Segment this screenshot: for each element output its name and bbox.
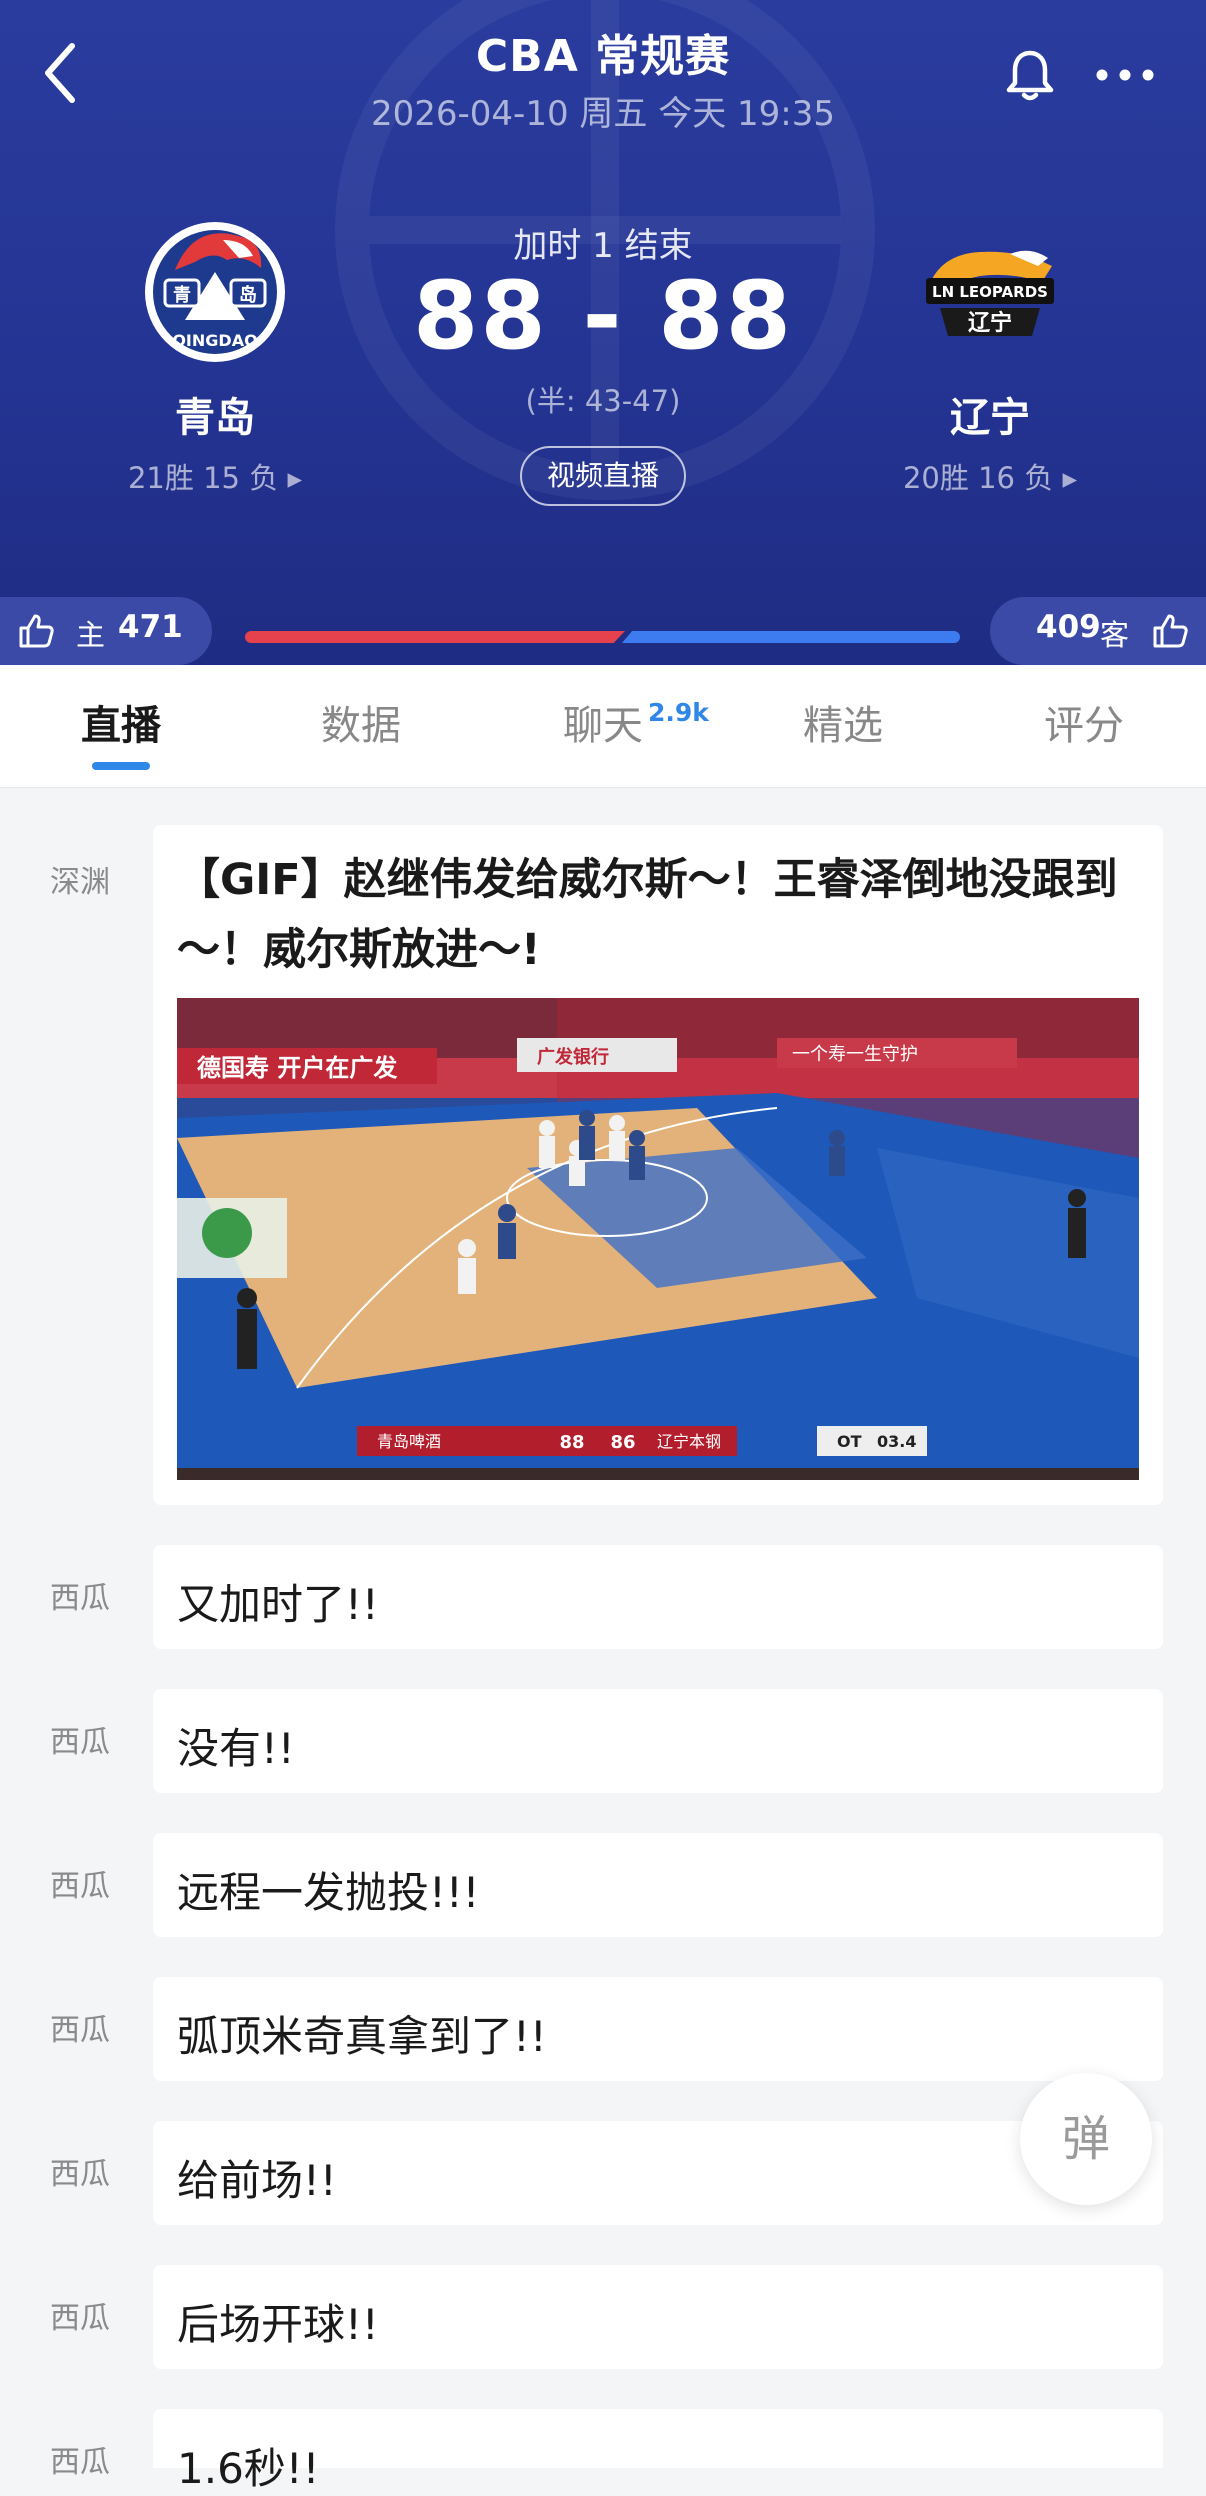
feed-card[interactable]: 1.6秒!! (153, 2409, 1163, 2493)
more-button[interactable] (1090, 55, 1160, 95)
feed-text: 后场开球!! (177, 2300, 379, 2349)
danmu-toggle-button[interactable]: 弹 (1020, 2073, 1152, 2205)
away-team-logo[interactable]: LN LEOPARDS 辽宁 (910, 210, 1070, 370)
away-team-record[interactable]: 20胜 16 负 ▸ (840, 455, 1140, 497)
feed-text: 没有!! (177, 1724, 295, 1773)
away-like-button[interactable]: 409 客 (990, 597, 1206, 665)
feed-author: 西瓜 (50, 2013, 110, 2048)
home-team-record[interactable]: 21胜 15 负 ▸ (65, 455, 365, 497)
feed-author: 西瓜 (50, 1869, 110, 1904)
gif-image[interactable]: 德国寿 开户在广发 广发银行 一个寿一生守护 青岛啤酒 88 86 辽宁本钢 O… (177, 998, 1139, 1480)
feed-author: 西瓜 (50, 2445, 110, 2480)
feed-text: 弧顶米奇真拿到了!! (177, 2012, 547, 2061)
feed-title: 【GIF】赵继伟发给威尔斯～！王睿泽倒地没跟到～！威尔斯放进～! (177, 855, 1118, 975)
feed-card[interactable]: 又加时了!! (153, 1545, 1163, 1649)
feed-card[interactable]: 没有!! (153, 1689, 1163, 1793)
scorebug-clock: 03.4 (877, 1432, 916, 1451)
ad-board-3: 一个寿一生守护 (792, 1044, 918, 1065)
feed-author: 西瓜 (50, 2301, 110, 2336)
scorebug-home-score: 88 (559, 1432, 584, 1453)
away-like-count: 409 (1036, 609, 1101, 645)
feed-text: 1.6秒!! (177, 2444, 320, 2493)
scorebug-home: 青岛啤酒 (377, 1432, 441, 1451)
home-like-count: 471 (118, 609, 183, 645)
away-like-label: 客 (1100, 618, 1130, 652)
thumbs-up-icon (1153, 614, 1188, 648)
video-live-button[interactable]: 视频直播 (520, 446, 686, 506)
ad-board-2: 广发银行 (537, 1046, 609, 1068)
tab-data[interactable]: 数据 (261, 665, 461, 787)
feed-card[interactable]: 远程一发抛投!!! (153, 1833, 1163, 1937)
scorebug-period: OT (837, 1432, 862, 1451)
scorebug-away-score: 86 (610, 1432, 635, 1453)
bell-icon (1006, 50, 1054, 101)
active-tab-indicator (92, 762, 150, 770)
feed-card[interactable]: 后场开球!! (153, 2265, 1163, 2369)
more-dots-icon (1096, 69, 1154, 81)
home-like-button[interactable]: 主 471 (0, 597, 212, 665)
home-like-label: 主 (76, 618, 106, 652)
feed-card[interactable]: 给前场!! (153, 2121, 1163, 2225)
feed-author: 西瓜 (50, 1725, 110, 1760)
feed-text: 又加时了!! (177, 1580, 379, 1629)
tab-featured[interactable]: 精选 (743, 665, 943, 787)
away-logo-chars: 辽宁 (968, 310, 1012, 336)
feed-author: 西瓜 (50, 1581, 110, 1616)
feed-author: 西瓜 (50, 2157, 110, 2192)
tab-bar: 直播 数据 聊天 精选 评分 (0, 665, 1206, 788)
feed-author: 深渊 (50, 865, 110, 900)
away-logo-text: LN LEOPARDS (932, 283, 1048, 301)
tab-rating[interactable]: 评分 (984, 665, 1184, 787)
thumbs-up-icon (19, 614, 54, 648)
home-support-bar (245, 631, 625, 643)
feed-card[interactable]: 【GIF】赵继伟发给威尔斯～！王睿泽倒地没跟到～！威尔斯放进～! 德国寿 开户在… (153, 825, 1163, 1505)
away-support-bar (622, 631, 960, 643)
feed-card[interactable]: 弧顶米奇真拿到了!! (153, 1977, 1163, 2081)
scorebug-away: 辽宁本钢 (657, 1432, 721, 1451)
ad-board-1: 德国寿 开户在广发 (197, 1054, 397, 1082)
feed-text: 给前场!! (177, 2156, 337, 2205)
match-header: CBA 常规赛 2026-04-10 周五 今天 19:35 青 岛 QINGD… (0, 0, 1206, 665)
feed-text: 远程一发抛投!!! (177, 1868, 480, 1917)
notification-button[interactable] (1000, 45, 1060, 105)
away-team-name[interactable]: 辽宁 (840, 385, 1140, 443)
chat-count-badge: 2.9k (648, 698, 709, 727)
